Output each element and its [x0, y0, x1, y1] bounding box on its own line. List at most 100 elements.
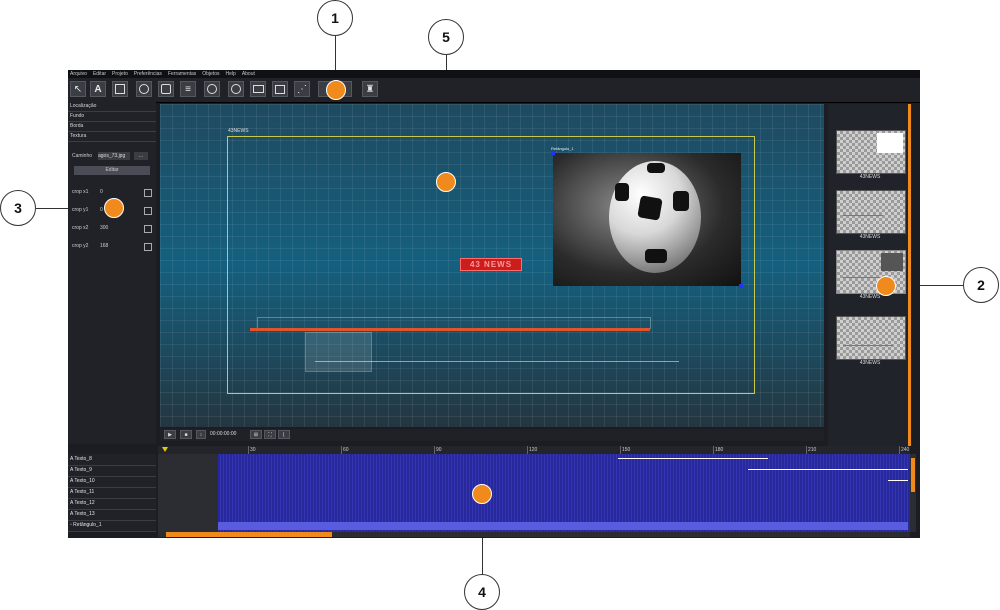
pointer-tool-icon[interactable]: ↖	[70, 81, 86, 97]
lower-third-panel[interactable]	[305, 332, 372, 372]
lower-third-line[interactable]	[315, 361, 679, 362]
track-label: Texto_13	[74, 511, 95, 517]
line-tool-icon[interactable]: ≡	[180, 81, 196, 97]
zoom-button[interactable]: ⌊	[278, 430, 290, 439]
track-label: Retângulo_1	[73, 522, 102, 528]
ellipse-tool-icon[interactable]	[204, 81, 220, 97]
clock-tool-icon[interactable]	[228, 81, 244, 97]
scene-thumb-3-label: 43NEWS	[859, 294, 881, 300]
scene-thumb-1[interactable]	[836, 130, 906, 174]
path-label: Caminho	[72, 153, 93, 159]
edit-button[interactable]: Editar	[74, 166, 150, 175]
screen-tool-icon[interactable]	[250, 81, 266, 97]
keyframe-line-3[interactable]	[888, 480, 908, 481]
scene-thumb-2[interactable]	[836, 190, 906, 234]
retangulo-clip-bar[interactable]	[218, 522, 908, 530]
stop-button[interactable]: ■	[180, 430, 192, 439]
path-field[interactable]: agos_73.jpg	[98, 152, 130, 160]
timecode-display: 00:00:00:00	[210, 431, 237, 437]
marker-4	[472, 484, 492, 504]
menu-ferramentas[interactable]: Ferramentas	[168, 70, 196, 78]
crop-x1-stepper[interactable]	[144, 189, 152, 197]
crop-y2-row: crop y2 168	[72, 242, 152, 251]
scene-thumb-4-label: 43NEWS	[859, 360, 881, 366]
section-borda[interactable]: Borda	[68, 122, 156, 132]
playhead-marker-icon[interactable]	[162, 447, 168, 452]
image-tool-icon[interactable]	[272, 81, 288, 97]
render-tool-icon[interactable]: ♜	[362, 81, 378, 97]
timeline-ruler[interactable]: 30 60 90 120 150 180 210 240	[158, 446, 910, 454]
crop-x1-field[interactable]: 0	[100, 188, 103, 196]
callout-4: 4	[464, 574, 500, 610]
soccer-ball-icon	[609, 161, 701, 273]
scene-thumb-2-label: 43NEWS	[859, 234, 881, 240]
crop-y2-field[interactable]: 168	[100, 242, 108, 250]
play-button[interactable]: ▶	[164, 430, 176, 439]
circle-tool-icon[interactable]	[136, 81, 152, 97]
path-row: Caminho agos_73.jpg ...	[72, 152, 152, 160]
crop-y2-stepper[interactable]	[144, 243, 152, 251]
scene-thumb-4[interactable]	[836, 316, 906, 360]
crop-x2-field[interactable]: 300	[100, 224, 108, 232]
track-label: Texto_12	[74, 500, 95, 506]
snap-button[interactable]: ⊞	[250, 430, 262, 439]
menu-arquivo[interactable]: Arquivo	[70, 70, 87, 78]
text-tool-icon[interactable]: A	[90, 81, 106, 97]
browse-button[interactable]: ...	[134, 152, 148, 160]
timeline-horizontal-scrollbar[interactable]	[158, 532, 910, 537]
timeline-scroll-thumb[interactable]	[166, 532, 332, 537]
marker-5	[436, 172, 456, 192]
crop-y2-label: crop y2	[72, 243, 89, 249]
rectangle-tool-icon[interactable]	[112, 81, 128, 97]
timeline-panel: 30 60 90 120 150 180 210 240 A Texto_8 A…	[68, 446, 920, 538]
fit-button[interactable]: ⛶	[264, 430, 276, 439]
section-fundo[interactable]: Fundo	[68, 112, 156, 122]
track-label: Texto_11	[74, 489, 95, 495]
timeline-vertical-scrollbar[interactable]	[910, 454, 916, 532]
step-button[interactable]: ↕	[196, 430, 206, 439]
scenes-panel: 43NEWS 43NEWS 43NEWS 43NEWS	[828, 104, 912, 446]
ruler-tick-120: 120	[527, 446, 538, 454]
callout-1: 1	[317, 0, 353, 36]
selection-handle-bottom-right[interactable]	[739, 284, 743, 288]
crop-x2-label: crop x2	[72, 225, 89, 231]
track-retangulo-1[interactable]: ▫ Retângulo_1	[68, 520, 156, 532]
crop-y1-label: crop y1	[72, 207, 89, 213]
menu-objetos[interactable]: Objetos	[202, 70, 219, 78]
section-localizacao[interactable]: Localização	[68, 102, 156, 112]
menu-bar: Arquivo Editar Projeto Preferências Ferr…	[68, 70, 920, 78]
dotted-tool-icon[interactable]: ⋰	[294, 81, 310, 97]
selection-handle-top-left[interactable]	[551, 151, 555, 155]
scenes-scrollbar[interactable]	[908, 104, 911, 446]
menu-help[interactable]: Help	[226, 70, 236, 78]
crop-y1-stepper[interactable]	[144, 207, 152, 215]
ruler-tick-30: 30	[248, 446, 256, 454]
marker-3	[104, 198, 124, 218]
timeline-inactive-region	[158, 454, 218, 532]
frame-label: 43NEWS	[228, 128, 249, 134]
section-textura[interactable]: Textura	[68, 132, 156, 142]
crop-x1-row: crop x1 0	[72, 188, 152, 197]
menu-projeto[interactable]: Projeto	[112, 70, 128, 78]
track-label: Texto_10	[74, 478, 95, 484]
ruler-tick-210: 210	[806, 446, 817, 454]
crop-y1-field[interactable]: 0	[100, 206, 103, 214]
ruler-tick-150: 150	[620, 446, 631, 454]
rounded-rect-tool-icon[interactable]	[158, 81, 174, 97]
timeline-frames[interactable]	[158, 454, 910, 532]
red-news-label[interactable]: 43 NEWS	[460, 258, 522, 271]
soccer-ball-image[interactable]	[551, 151, 743, 288]
callout-2: 2	[963, 267, 999, 303]
lower-third-red-line[interactable]	[250, 328, 650, 331]
track-list: A Texto_8 A Texto_9 A Texto_10 A Texto_1…	[68, 454, 156, 532]
track-label: Texto_8	[74, 456, 92, 462]
menu-about[interactable]: About	[242, 70, 255, 78]
keyframe-line-1[interactable]	[618, 458, 768, 459]
scene-thumb-1-label: 43NEWS	[859, 174, 881, 180]
menu-preferencias[interactable]: Preferências	[134, 70, 162, 78]
crop-x2-stepper[interactable]	[144, 225, 152, 233]
track-label: Texto_9	[74, 467, 92, 473]
keyframe-line-2[interactable]	[748, 469, 908, 470]
menu-editar[interactable]: Editar	[93, 70, 106, 78]
canvas-area[interactable]: 43NEWS Retângulo_1 43 NEWS	[160, 104, 824, 427]
